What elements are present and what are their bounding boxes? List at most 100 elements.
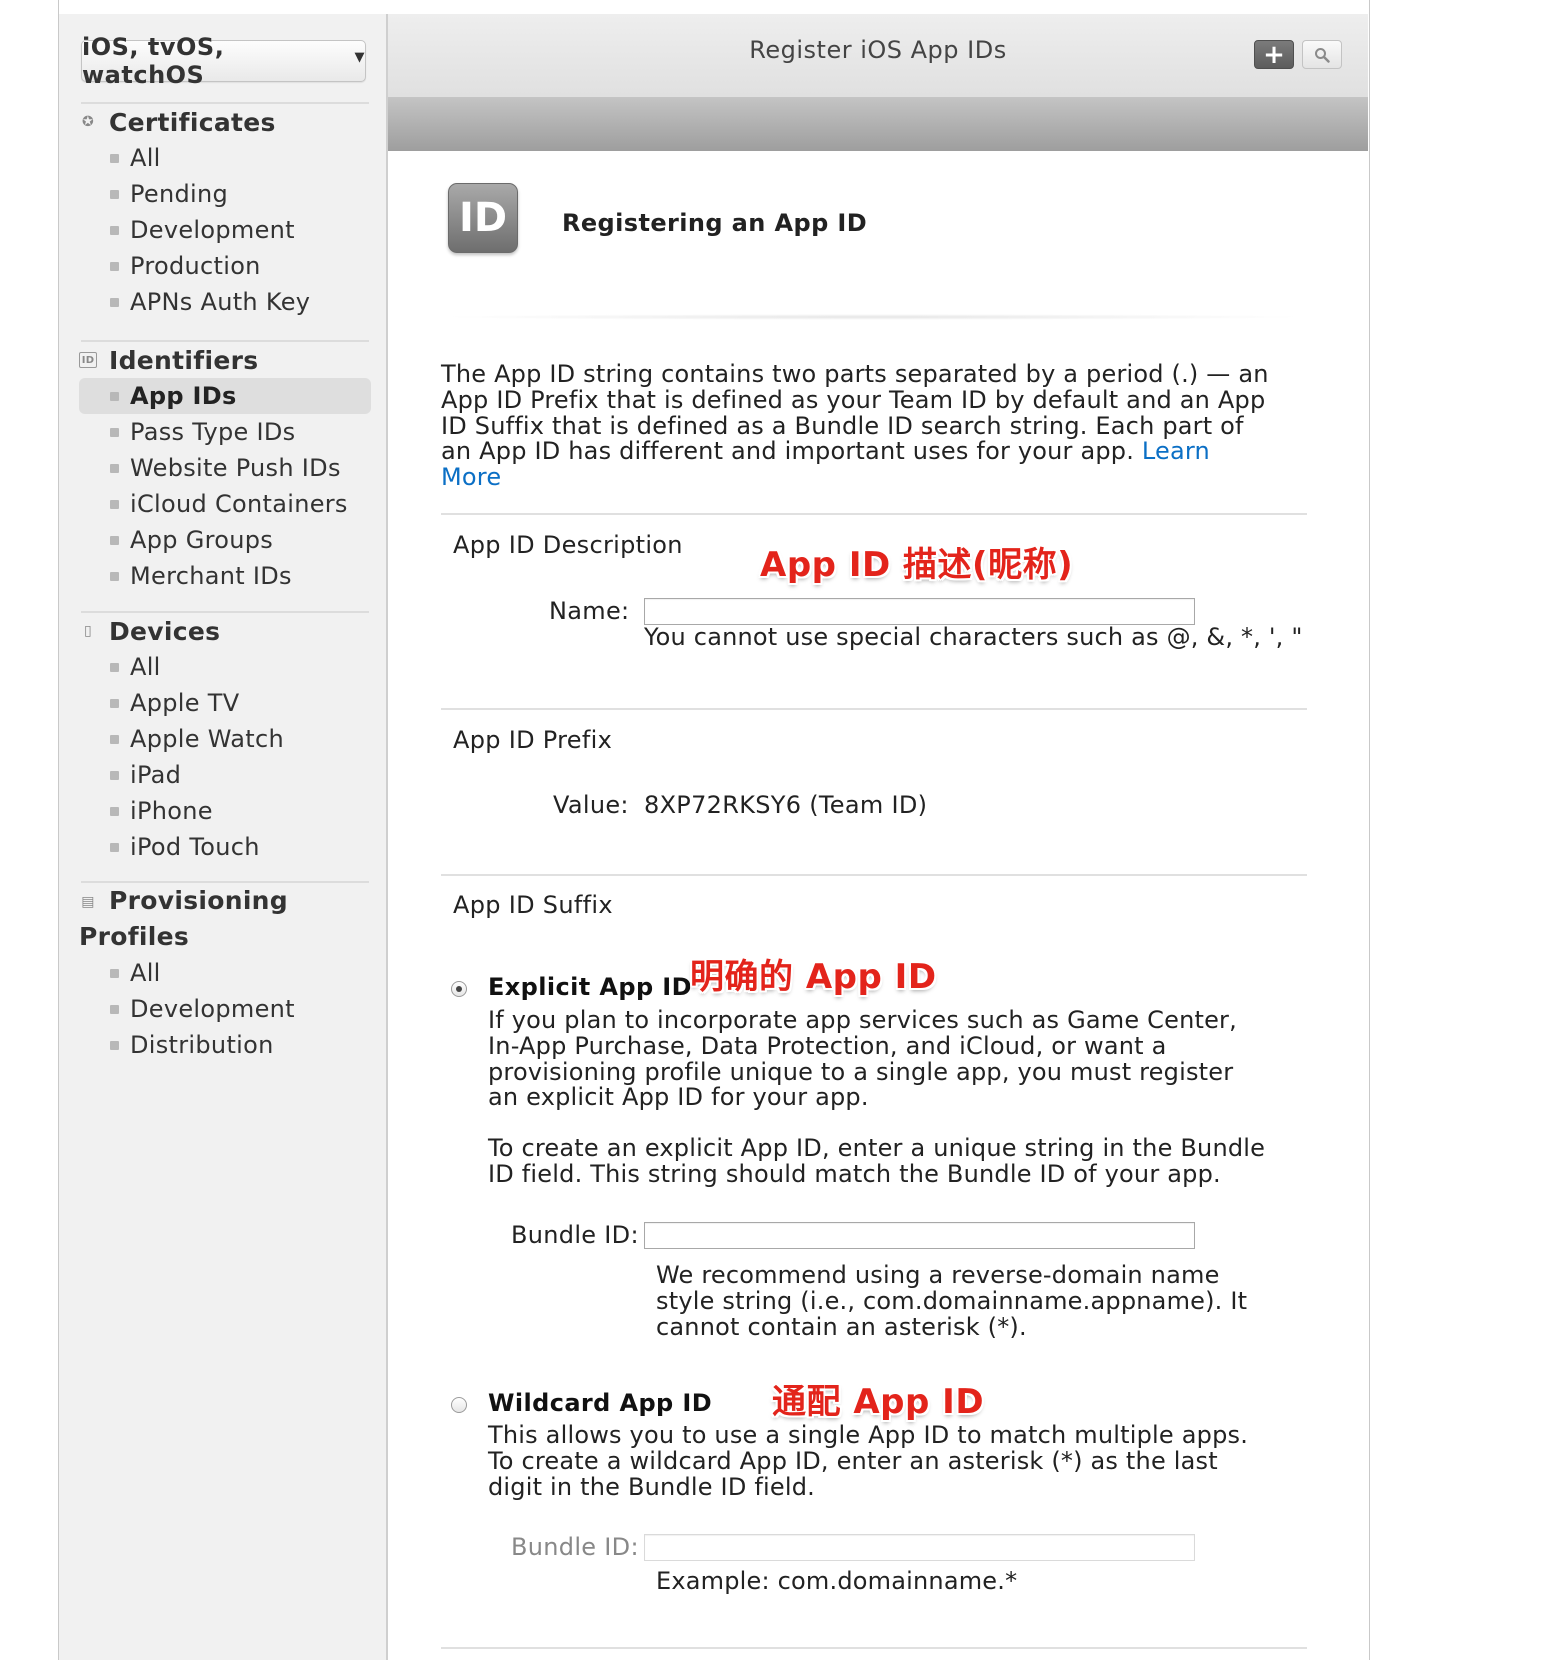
- sidebar-item-profiles-all[interactable]: All: [79, 955, 371, 991]
- sidebar-item-label: Development: [130, 216, 295, 244]
- sidebar-item-profiles-development[interactable]: Development: [79, 991, 371, 1027]
- sidebar-item-apple-watch[interactable]: Apple Watch: [79, 721, 371, 757]
- header-bar: [388, 97, 1368, 151]
- sidebar-item-label: App IDs: [130, 382, 237, 410]
- sidebar-item-label: All: [130, 144, 161, 172]
- sidebar-item-label: Distribution: [130, 1031, 274, 1059]
- bullet-icon: [110, 1004, 119, 1014]
- bullet-icon: [110, 968, 119, 978]
- sidebar-item-apple-tv[interactable]: Apple TV: [79, 685, 371, 721]
- platform-selector[interactable]: iOS, tvOS, watchOS ▼: [81, 33, 366, 89]
- explicit-bundle-id-input[interactable]: [644, 1222, 1195, 1249]
- sidebar-item-label: Pass Type IDs: [130, 418, 296, 446]
- section-divider: [441, 513, 1307, 515]
- section-heading[interactable]: ID Identifiers: [79, 342, 371, 378]
- explicit-app-id-title[interactable]: Explicit App ID: [488, 973, 692, 1001]
- sidebar-item-label: Website Push IDs: [130, 454, 341, 482]
- explicit-bundle-id-label: Bundle ID:: [511, 1221, 639, 1249]
- sidebar-item-certificates-apns-auth-key[interactable]: APNs Auth Key: [79, 284, 371, 320]
- id-icon: ID: [79, 352, 97, 368]
- bullet-icon: [110, 806, 119, 816]
- plus-icon: +: [1263, 39, 1285, 70]
- wildcard-app-id-title[interactable]: Wildcard App ID: [488, 1389, 712, 1417]
- bullet-icon: [110, 662, 119, 672]
- device-icon: ▯: [83, 623, 92, 639]
- prefix-value-label: Value:: [553, 791, 629, 819]
- sidebar-item-label: App Groups: [130, 526, 274, 554]
- search-button[interactable]: [1302, 40, 1342, 69]
- bullet-icon: [110, 734, 119, 744]
- section-title: Identifiers: [109, 345, 259, 375]
- sidebar-item-website-push-ids[interactable]: Website Push IDs: [79, 450, 371, 486]
- bullet-icon: [110, 698, 119, 708]
- wildcard-app-id-radio[interactable]: [451, 1397, 467, 1413]
- section-divider: [441, 874, 1307, 876]
- sidebar-item-ipad[interactable]: iPad: [79, 757, 371, 793]
- page-header-title: Register iOS App IDs: [749, 36, 1007, 64]
- sidebar-section-provisioning-profiles: ▤ Provisioning Profiles All Development D…: [79, 883, 371, 1063]
- certificate-icon: ✪: [81, 114, 95, 130]
- bullet-icon: [110, 261, 119, 271]
- wildcard-bundle-id-label: Bundle ID:: [511, 1533, 639, 1561]
- section-heading[interactable]: ▯ Devices: [79, 613, 371, 649]
- section-title-line1: Provisioning: [109, 886, 288, 915]
- explicit-app-id-instructions: To create an explicit App ID, enter a un…: [488, 1134, 1266, 1188]
- sidebar-item-label: iPhone: [130, 797, 213, 825]
- dropdown-caret-icon: ▼: [354, 49, 365, 65]
- sidebar-item-ipod-touch[interactable]: iPod Touch: [79, 829, 371, 865]
- bullet-icon: [110, 571, 119, 581]
- app-id-prefix-heading: App ID Prefix: [453, 726, 613, 754]
- app-id-description-heading: App ID Description: [453, 531, 683, 559]
- sidebar-item-app-ids[interactable]: App IDs: [79, 378, 371, 414]
- sidebar: iOS, tvOS, watchOS ▼ ✪ Certificates All …: [59, 14, 388, 1660]
- bullet-icon: [110, 189, 119, 199]
- sidebar-item-label: Merchant IDs: [130, 562, 292, 590]
- page-title: Registering an App ID: [562, 209, 868, 237]
- main-content: ID Registering an App ID The App ID stri…: [388, 151, 1368, 1660]
- annotation-wildcard: 通配 App ID: [772, 1382, 985, 1422]
- prefix-value: 8XP72RKSY6 (Team ID): [644, 791, 928, 819]
- wildcard-bundle-id-input[interactable]: [644, 1534, 1195, 1561]
- sidebar-item-label: iPad: [130, 761, 182, 789]
- explicit-app-id-radio[interactable]: [451, 981, 467, 997]
- sidebar-section-certificates: ✪ Certificates All Pending Development P…: [79, 104, 371, 320]
- wildcard-bundle-id-hint: Example: com.domainname.*: [656, 1567, 1018, 1595]
- section-heading[interactable]: ▤ Provisioning Profiles: [79, 883, 371, 955]
- name-input[interactable]: [644, 598, 1195, 625]
- sidebar-item-label: All: [130, 653, 161, 681]
- name-hint: You cannot use special characters such a…: [644, 623, 1303, 651]
- bullet-icon: [110, 535, 119, 545]
- bullet-icon: [110, 842, 119, 852]
- sidebar-item-iphone[interactable]: iPhone: [79, 793, 371, 829]
- radio-selected-dot: [456, 986, 462, 992]
- sidebar-item-merchant-ids[interactable]: Merchant IDs: [79, 558, 371, 594]
- section-title-line2: Profiles: [79, 922, 190, 951]
- section-heading[interactable]: ✪ Certificates: [79, 104, 371, 140]
- document-icon: ▤: [81, 894, 95, 910]
- sidebar-item-label: iCloud Containers: [130, 490, 348, 518]
- sidebar-item-certificates-all[interactable]: All: [79, 140, 371, 176]
- bullet-icon: [110, 225, 119, 235]
- explicit-app-id-description: If you plan to incorporate app services …: [488, 1006, 1237, 1112]
- sidebar-item-profiles-distribution[interactable]: Distribution: [79, 1027, 371, 1063]
- sidebar-item-certificates-development[interactable]: Development: [79, 212, 371, 248]
- sidebar-item-label: Development: [130, 995, 295, 1023]
- add-button[interactable]: +: [1254, 39, 1294, 70]
- sidebar-item-devices-all[interactable]: All: [79, 649, 371, 685]
- section-title: Devices: [109, 616, 221, 646]
- app-id-icon: ID: [448, 183, 518, 253]
- annotation-explicit: 明确的 App ID: [690, 957, 937, 997]
- sidebar-section-devices: ▯ Devices All Apple TV Apple Watch iPad …: [79, 613, 371, 865]
- search-icon: [1315, 47, 1330, 63]
- sidebar-item-icloud-containers[interactable]: iCloud Containers: [79, 486, 371, 522]
- sidebar-item-pass-type-ids[interactable]: Pass Type IDs: [79, 414, 371, 450]
- sidebar-item-label: iPod Touch: [130, 833, 260, 861]
- sidebar-item-app-groups[interactable]: App Groups: [79, 522, 371, 558]
- sidebar-item-certificates-pending[interactable]: Pending: [79, 176, 371, 212]
- bullet-icon: [110, 297, 119, 307]
- section-divider: [441, 1647, 1307, 1649]
- bullet-icon: [110, 770, 119, 780]
- sidebar-item-label: Production: [130, 252, 261, 280]
- sidebar-section-identifiers: ID Identifiers App IDs Pass Type IDs Web…: [79, 342, 371, 594]
- sidebar-item-certificates-production[interactable]: Production: [79, 248, 371, 284]
